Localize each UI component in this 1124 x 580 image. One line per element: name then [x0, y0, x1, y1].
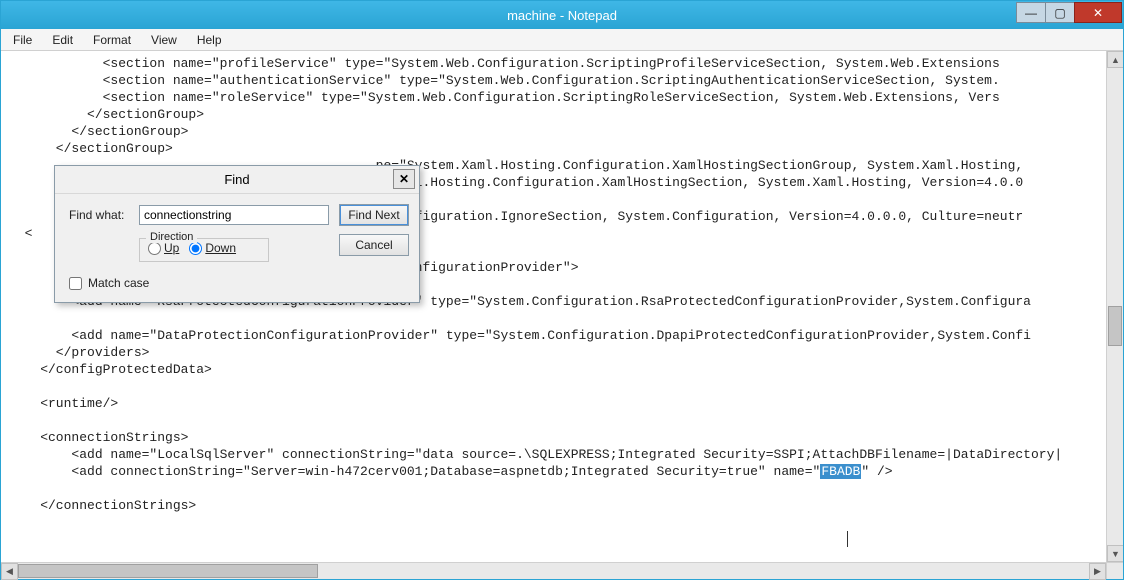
- find-what-input[interactable]: [139, 205, 329, 225]
- scroll-down-icon[interactable]: ▼: [1107, 545, 1123, 562]
- vscroll-thumb[interactable]: [1108, 306, 1122, 346]
- code-line: <add connectionString="Server=win-h472ce…: [9, 464, 820, 479]
- direction-up-label: Up: [164, 241, 179, 255]
- text-caret: [847, 531, 849, 547]
- text-editor[interactable]: <section name="profileService" type="Sys…: [1, 51, 1106, 562]
- find-dialog-title: Find: [224, 172, 249, 187]
- code-line: <: [9, 226, 32, 241]
- code-line: <section name="roleService" type="System…: [9, 90, 1000, 105]
- menu-edit[interactable]: Edit: [42, 31, 83, 49]
- hscroll-track[interactable]: [18, 563, 1089, 579]
- code-line: </configProtectedData>: [9, 362, 212, 377]
- direction-group: Direction Up Down: [139, 238, 269, 262]
- match-case-label: Match case: [88, 276, 149, 290]
- menu-help[interactable]: Help: [187, 31, 232, 49]
- find-what-label: Find what:: [69, 208, 129, 222]
- code-line: </connectionStrings>: [9, 498, 196, 513]
- find-close-button[interactable]: ✕: [393, 169, 415, 189]
- find-dialog-body: Find what: Find Next Direction Up Down: [55, 194, 419, 302]
- hscroll-thumb[interactable]: [18, 564, 318, 578]
- menu-view[interactable]: View: [141, 31, 187, 49]
- menu-bar: File Edit Format View Help: [1, 29, 1123, 51]
- code-line: <connectionStrings>: [9, 430, 188, 445]
- code-line: </providers>: [9, 345, 149, 360]
- code-line: <add name="LocalSqlServer" connectionStr…: [9, 447, 1062, 462]
- code-line: </sectionGroup>: [9, 124, 188, 139]
- vscroll-track[interactable]: [1107, 68, 1123, 545]
- direction-down-radio[interactable]: [189, 242, 202, 255]
- titlebar[interactable]: machine - Notepad — ▢ ✕: [1, 1, 1123, 29]
- scroll-left-icon[interactable]: ◀: [1, 563, 18, 580]
- vertical-scrollbar[interactable]: ▲ ▼: [1106, 51, 1123, 562]
- window-controls: — ▢ ✕: [1017, 2, 1122, 23]
- horizontal-scrollbar[interactable]: ◀ ▶: [1, 562, 1123, 579]
- code-line: <section name="profileService" type="Sys…: [9, 56, 1000, 71]
- find-dialog-titlebar[interactable]: Find ✕: [55, 166, 419, 194]
- code-line: </sectionGroup>: [9, 141, 173, 156]
- code-line: <add name="DataProtectionConfigurationPr…: [9, 328, 1031, 343]
- find-next-button[interactable]: Find Next: [339, 204, 409, 226]
- menu-file[interactable]: File: [3, 31, 42, 49]
- scroll-corner: [1106, 563, 1123, 579]
- window-title: machine - Notepad: [1, 8, 1123, 23]
- find-dialog[interactable]: Find ✕ Find what: Find Next Direction Up: [54, 165, 420, 303]
- minimize-button[interactable]: —: [1016, 2, 1046, 23]
- close-button[interactable]: ✕: [1074, 2, 1122, 23]
- scroll-right-icon[interactable]: ▶: [1089, 563, 1106, 580]
- direction-down-label: Down: [205, 241, 236, 255]
- content-area: <section name="profileService" type="Sys…: [1, 51, 1123, 562]
- code-line: <runtime/>: [9, 396, 118, 411]
- menu-format[interactable]: Format: [83, 31, 141, 49]
- match-case-checkbox[interactable]: [69, 277, 82, 290]
- cancel-button[interactable]: Cancel: [339, 234, 409, 256]
- direction-legend: Direction: [146, 231, 197, 243]
- maximize-button[interactable]: ▢: [1045, 2, 1075, 23]
- code-line: </sectionGroup>: [9, 107, 204, 122]
- scroll-up-icon[interactable]: ▲: [1107, 51, 1123, 68]
- direction-up-radio[interactable]: [148, 242, 161, 255]
- code-line: <section name="authenticationService" ty…: [9, 73, 1000, 88]
- highlighted-text: FBADB: [820, 464, 861, 479]
- code-line: " />: [861, 464, 892, 479]
